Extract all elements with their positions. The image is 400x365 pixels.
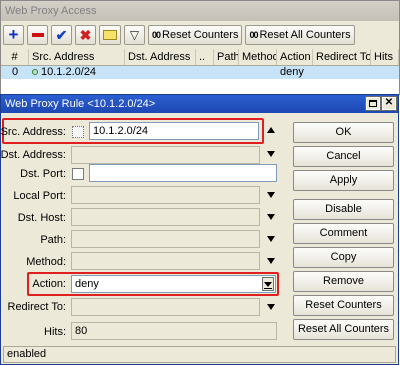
dst-host-field[interactable] [71, 208, 260, 226]
note-icon [103, 30, 117, 40]
reset-counters-button[interactable]: 00 Reset Counters [148, 25, 243, 45]
row-method [239, 66, 277, 79]
reset-all-counters-button[interactable]: 00 Reset All Counters [245, 25, 355, 45]
method-label: Method: [26, 256, 66, 268]
dst-address-field[interactable] [71, 146, 260, 164]
ok-button[interactable]: OK [293, 122, 394, 143]
src-address-negate-checkbox[interactable] [72, 126, 84, 138]
disable-button[interactable]: Disable [293, 199, 394, 220]
toolbar: + ✔ ✖ ▽ 00 Reset Counters 00 Reset All Cou… [3, 24, 355, 46]
row-src-address: 10.1.2.0/24 [29, 66, 125, 79]
rules-table: # Src. Address Dst. Address .. Path Meth… [1, 49, 399, 95]
table-header: # Src. Address Dst. Address .. Path Meth… [1, 49, 399, 66]
remove-button[interactable]: Remove [293, 271, 394, 292]
filter-icon: ▽ [129, 28, 140, 42]
filter-button[interactable]: ▽ [124, 25, 145, 45]
method-expand-icon[interactable] [267, 258, 275, 264]
window-title: Web Proxy Access [1, 1, 399, 21]
column-header-src-address[interactable]: Src. Address [29, 49, 125, 65]
dst-port-field[interactable] [89, 164, 277, 182]
web-proxy-access-window: Web Proxy Access + ✔ ✖ ▽ 00 Reset Counter… [0, 0, 400, 95]
column-header-action[interactable]: Action [277, 49, 313, 65]
dst-port-label: Dst. Port: [20, 168, 66, 180]
counter-icon: 00 [249, 30, 258, 40]
local-port-expand-icon[interactable] [267, 192, 275, 198]
dst-port-negate-checkbox[interactable] [72, 168, 84, 180]
row-path [214, 66, 239, 79]
apply-button[interactable]: Apply [293, 170, 394, 191]
src-address-field[interactable]: 10.1.2.0/24 [89, 122, 259, 140]
redirect-to-label: Redirect To: [7, 301, 67, 313]
comment-button[interactable] [99, 25, 121, 45]
cross-icon: ✖ [79, 26, 92, 43]
row-redirect-to [313, 66, 371, 79]
redirect-to-field[interactable] [71, 298, 260, 316]
hits-field: 80 [71, 322, 277, 340]
window-controls: ✕ [365, 96, 397, 111]
plus-icon: + [8, 25, 19, 44]
dialog-title: Web Proxy Rule <10.1.2.0/24> [5, 98, 156, 110]
column-header-hits[interactable]: Hits [371, 49, 399, 65]
column-header-method[interactable]: Method [239, 49, 277, 65]
row-action: deny [280, 66, 304, 78]
maximize-button[interactable] [365, 96, 381, 111]
status-bar: enabled [3, 346, 396, 363]
remove-button[interactable] [27, 25, 48, 45]
copy-button[interactable]: Copy [293, 247, 394, 268]
row-index: 0 [11, 66, 19, 78]
row-more [196, 66, 214, 79]
close-button[interactable]: ✕ [381, 96, 397, 111]
src-address-label: Src. Address: [0, 126, 66, 138]
column-header-path[interactable]: Path [214, 49, 239, 65]
dst-host-expand-icon[interactable] [267, 214, 275, 220]
action-select[interactable]: deny [71, 275, 276, 293]
dialog-title-bar[interactable]: Web Proxy Rule <10.1.2.0/24> ✕ [1, 95, 398, 113]
local-port-label: Local Port: [13, 190, 66, 202]
method-field[interactable] [71, 252, 260, 270]
reset-all-counters-label: Reset All Counters [259, 29, 351, 41]
column-header-more[interactable]: .. [196, 49, 214, 65]
rule-status-icon [32, 69, 38, 75]
row-hits [371, 66, 399, 79]
cancel-button[interactable]: Cancel [293, 146, 394, 167]
comment-button[interactable]: Comment [293, 223, 394, 244]
add-button[interactable]: + [3, 25, 24, 45]
path-field[interactable] [71, 230, 260, 248]
table-row[interactable]: 0 10.1.2.0/24 deny [1, 66, 399, 79]
redirect-to-expand-icon[interactable] [267, 304, 275, 310]
reset-counters-button[interactable]: Reset Counters [293, 295, 394, 316]
row-dst-address [125, 66, 196, 79]
action-dropdown-button[interactable] [262, 277, 274, 291]
disable-button[interactable]: ✖ [75, 25, 96, 45]
path-expand-icon[interactable] [267, 236, 275, 242]
path-label: Path: [40, 234, 66, 246]
column-header-dst-address[interactable]: Dst. Address [125, 49, 196, 65]
chevron-down-icon [264, 282, 272, 287]
dst-host-label: Dst. Host: [17, 212, 66, 224]
check-icon: ✔ [55, 26, 68, 43]
reset-all-counters-button[interactable]: Reset All Counters [293, 319, 394, 340]
src-address-collapse-icon[interactable] [267, 127, 275, 133]
web-proxy-rule-dialog: Web Proxy Rule <10.1.2.0/24> ✕ Src. Addr… [0, 94, 399, 365]
enable-button[interactable]: ✔ [51, 25, 72, 45]
maximize-icon [369, 100, 377, 107]
close-icon: ✕ [384, 97, 394, 108]
hits-label: Hits: [44, 326, 66, 338]
action-label: Action: [32, 278, 66, 290]
reset-counters-label: Reset Counters [162, 29, 239, 41]
minus-icon [31, 33, 44, 37]
dst-address-label: Dst. Address: [0, 149, 66, 161]
dst-address-expand-icon[interactable] [267, 151, 275, 157]
column-header-redirect-to[interactable]: Redirect To [313, 49, 371, 65]
local-port-field[interactable] [71, 186, 260, 204]
counter-icon: 00 [152, 30, 161, 40]
column-header-index[interactable]: # [1, 49, 29, 65]
